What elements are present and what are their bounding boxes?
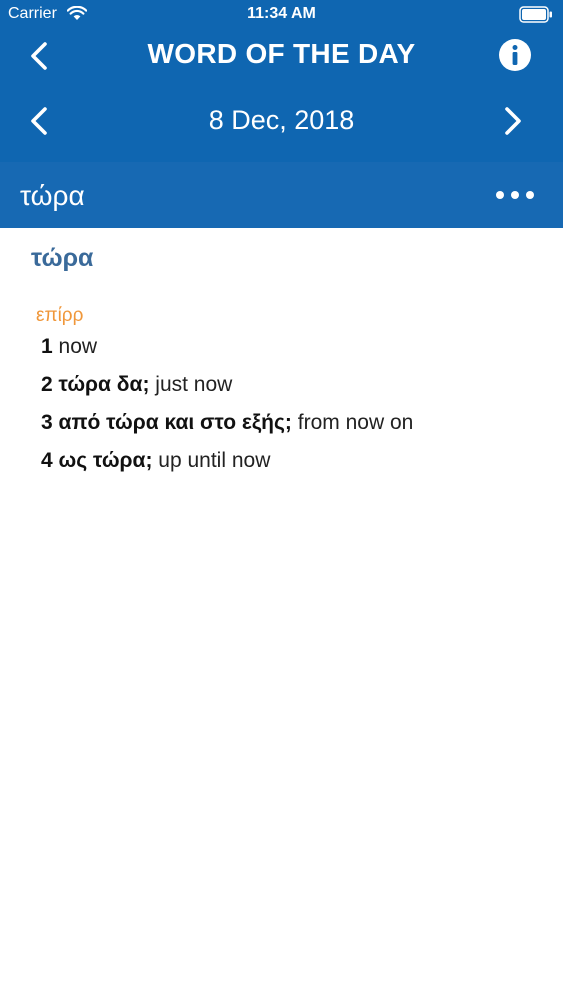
sense-item: 1 now — [41, 335, 97, 359]
sense-number: 1 — [41, 335, 53, 358]
info-button[interactable] — [498, 38, 532, 72]
current-date: 8 Dec, 2018 — [208, 105, 355, 135]
sense-item: 3 από τώρα και στο εξής; from now on — [41, 411, 413, 435]
page-title: WORD OF THE DAY — [147, 38, 416, 69]
more-options-button[interactable] — [492, 180, 538, 210]
word-bar: τώρα — [0, 162, 563, 228]
sense-number: 3 — [41, 411, 53, 434]
sense-phrase: τώρα δα; — [58, 373, 150, 396]
status-bar: Carrier 11:34 AM — [0, 0, 563, 30]
word-bar-title: τώρα — [20, 180, 85, 211]
sense-gloss: from now on — [297, 411, 414, 434]
sense-item: 4 ως τώρα; up until now — [41, 449, 270, 473]
next-day-button[interactable] — [494, 103, 530, 139]
sense-number: 4 — [41, 449, 53, 472]
ellipsis-icon — [496, 191, 534, 199]
part-of-speech: επίρρ — [36, 305, 84, 326]
battery-icon — [519, 6, 552, 23]
info-icon — [499, 39, 531, 71]
sense-phrase: ως τώρα; — [58, 449, 153, 472]
sense-gloss: up until now — [158, 449, 271, 472]
sense-gloss: just now — [155, 373, 233, 396]
sense-item: 2 τώρα δα; just now — [41, 373, 232, 397]
status-time: 11:34 AM — [247, 5, 316, 22]
sense-phrase: από τώρα και στο εξής; — [58, 411, 292, 434]
app-header: Carrier 11:34 AM WORD OF THE DAY 8 Dec, … — [0, 0, 563, 228]
sense-gloss: now — [58, 335, 98, 358]
entry-headword: τώρα — [31, 244, 94, 272]
sense-number: 2 — [41, 373, 53, 396]
chevron-right-icon — [505, 107, 521, 135]
